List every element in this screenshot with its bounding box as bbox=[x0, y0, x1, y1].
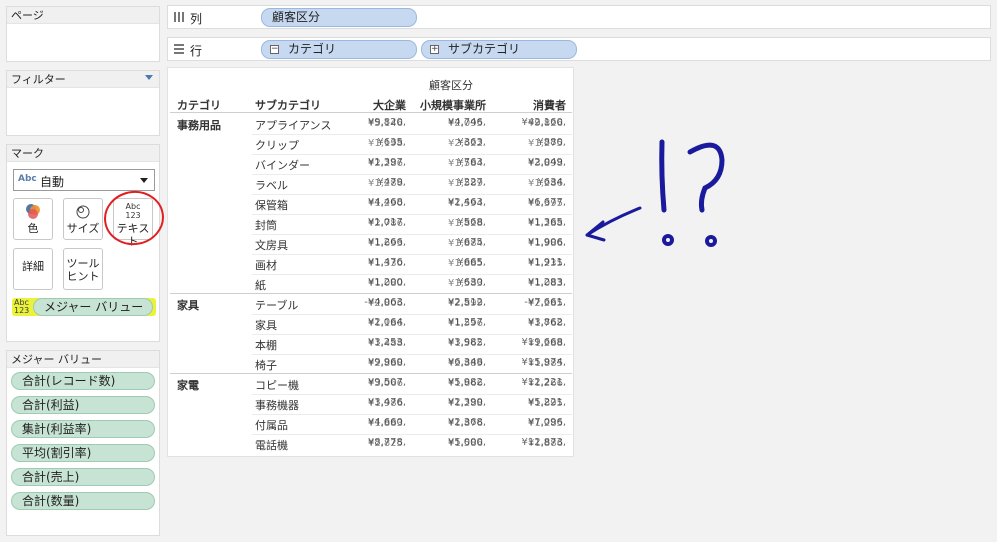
question-stroke bbox=[687, 142, 725, 213]
exclamation-dot bbox=[662, 234, 674, 246]
red-circle-annotation bbox=[104, 190, 164, 246]
exclamation-stroke bbox=[659, 139, 667, 213]
question-dot bbox=[705, 235, 717, 247]
annotation-layer bbox=[104, 139, 725, 247]
blue-arrow-annotation bbox=[585, 206, 642, 242]
